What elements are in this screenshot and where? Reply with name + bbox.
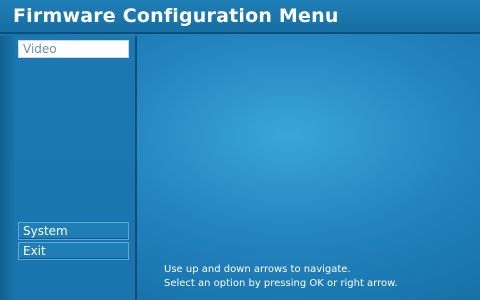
title-bar: Firmware Configuration Menu [0,0,480,34]
left-edge [0,36,15,300]
page-title: Firmware Configuration Menu [13,5,339,27]
help-text: Use up and down arrows to navigate. Sele… [164,263,398,291]
menu-item-label: Exit [23,244,46,258]
firmware-screen: Firmware Configuration Menu Video System… [0,0,480,300]
help-line-select: Select an option by pressing OK or right… [164,278,398,289]
menu-item-video[interactable]: Video [18,40,129,58]
menu-item-label: System [23,224,68,238]
menu-item-exit[interactable]: Exit [18,242,129,260]
menu-item-label: Video [23,42,57,56]
help-line-navigate: Use up and down arrows to navigate. [164,264,351,275]
menu-item-system[interactable]: System [18,222,129,240]
sidebar-menu: Video System Exit [15,36,137,300]
